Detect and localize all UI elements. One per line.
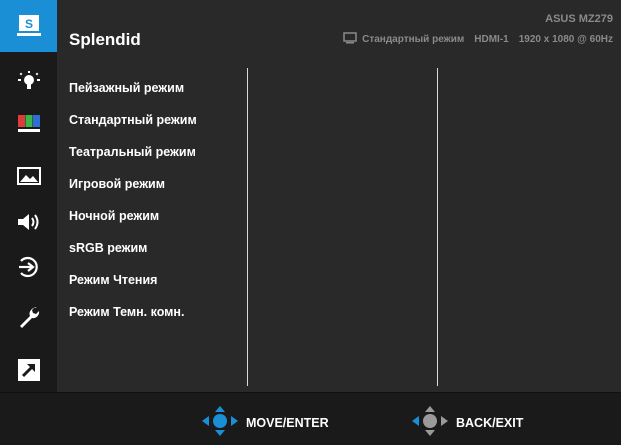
blue-light-filter-icon — [17, 71, 41, 95]
page-title: Splendid — [69, 30, 141, 49]
menu-item-night[interactable]: Ночной режим — [69, 206, 197, 238]
column-divider — [437, 68, 438, 386]
sidebar-item-sound[interactable] — [0, 204, 57, 240]
move-enter-hint: MOVE/ENTER — [200, 405, 329, 440]
menu-item-scenery[interactable]: Пейзажный режим — [69, 78, 197, 110]
joystick-back-icon — [410, 405, 456, 440]
sidebar-item-input[interactable] — [0, 249, 57, 285]
status-bar: Стандартный режим HDMI-1 1920 x 1080 @ 6… — [343, 32, 613, 47]
menu-item-standard[interactable]: Стандартный режим — [69, 110, 197, 142]
color-icon — [17, 113, 41, 135]
shortcut-icon — [17, 358, 41, 382]
status-resolution: 1920 x 1080 @ 60Hz — [518, 34, 613, 45]
splendid-mode-list: Пейзажный режим Стандартный режим Театра… — [69, 78, 197, 334]
header: Splendid ASUS MZ279 Стандартный режим HD… — [57, 0, 621, 52]
back-exit-hint: BACK/EXIT — [410, 405, 523, 440]
footer: MOVE/ENTER BACK/EXIT — [0, 392, 621, 445]
sidebar-item-shortcut[interactable] — [0, 352, 57, 388]
model-name: ASUS MZ279 — [545, 13, 613, 25]
back-exit-label: BACK/EXIT — [456, 415, 524, 430]
input-select-icon — [17, 255, 41, 279]
sidebar-item-image[interactable] — [0, 158, 57, 194]
sidebar-item-splendid[interactable]: S — [0, 0, 57, 52]
menu-item-theater[interactable]: Театральный режим — [69, 142, 197, 174]
menu-item-srgb[interactable]: sRGB режим — [69, 238, 197, 270]
sidebar: S — [0, 0, 57, 392]
menu-item-darkroom[interactable]: Режим Темн. комн. — [69, 302, 197, 334]
splendid-icon: S — [16, 14, 42, 38]
sound-icon — [16, 211, 42, 233]
osd-menu: S Splendid ASUS MZ279 Стандартный режим … — [0, 0, 621, 445]
splendid-icon-letter: S — [24, 17, 32, 31]
move-enter-label: MOVE/ENTER — [246, 415, 329, 430]
system-setup-icon — [17, 306, 41, 330]
sidebar-item-color[interactable] — [0, 106, 57, 142]
status-mode: Стандартный режим — [362, 34, 465, 45]
sidebar-item-blue-light[interactable] — [0, 65, 57, 101]
monitor-icon — [343, 32, 357, 47]
image-icon — [16, 166, 41, 186]
sidebar-item-system-setup[interactable] — [0, 300, 57, 336]
menu-item-reading[interactable]: Режим Чтения — [69, 270, 197, 302]
menu-item-game[interactable]: Игровой режим — [69, 174, 197, 206]
status-input: HDMI-1 — [474, 34, 509, 45]
joystick-move-icon — [200, 405, 246, 440]
column-divider — [247, 68, 248, 386]
